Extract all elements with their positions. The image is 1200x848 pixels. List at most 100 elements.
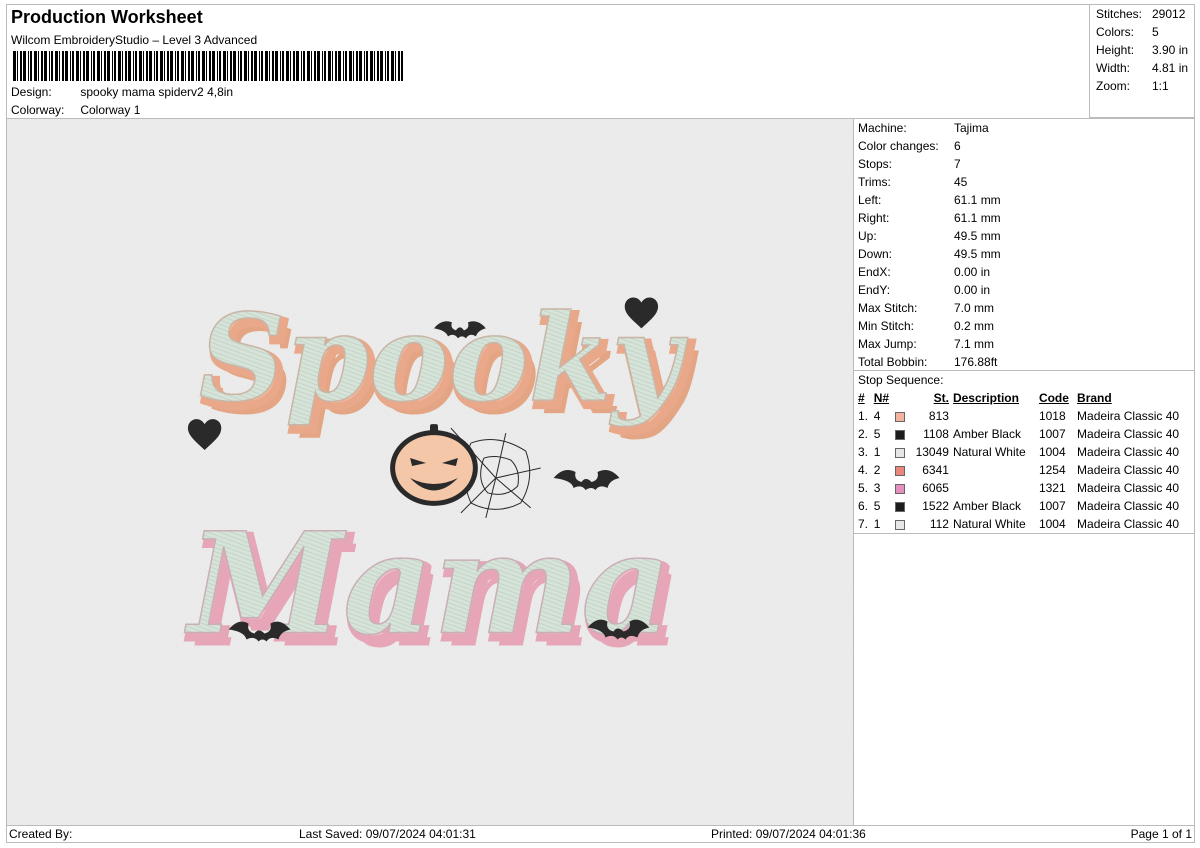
stitches-row: Stitches: 29012 bbox=[1096, 7, 1185, 21]
machine-value: Tajima bbox=[954, 121, 989, 135]
max-jump-value: 7.1 mm bbox=[954, 337, 995, 351]
col-description: Description bbox=[952, 391, 1019, 405]
page-number: Page 1 of 1 bbox=[1130, 827, 1192, 841]
stop-index: 2. bbox=[858, 427, 869, 441]
up-row: Up: 49.5 mm bbox=[858, 229, 1001, 243]
section-divider bbox=[854, 533, 1194, 534]
machine-label: Machine: bbox=[858, 121, 907, 135]
worksheet-footer: Created By: Last Saved: 09/07/2024 04:01… bbox=[6, 825, 1195, 843]
printed-date: Printed: 09/07/2024 04:01:36 bbox=[711, 827, 866, 841]
design-preview: Spooky Spooky Spooky Mama Mama Mama bbox=[6, 118, 854, 826]
stop-index: 3. bbox=[858, 445, 869, 459]
stop-index: 6. bbox=[858, 499, 869, 513]
needle-number: 5 bbox=[873, 427, 881, 441]
col-brand: Brand bbox=[1077, 391, 1112, 405]
stop-sequence-row: 7. 1 112 Natural White 1004 Madeira Classic 4… bbox=[856, 515, 1194, 533]
thread-brand: Madeira Classic 40 bbox=[1077, 517, 1180, 531]
down-value: 49.5 mm bbox=[954, 247, 1001, 261]
stop-sequence-row: 5. 3 6065 1321 Madeira Classic 40 bbox=[856, 479, 1194, 497]
stop-sequence-row: 6. 5 1522 Amber Black 1007 Madeira Classic 40 bbox=[856, 497, 1194, 515]
thread-description: Amber Black bbox=[952, 427, 1021, 441]
thread-code: 1018 bbox=[1038, 409, 1066, 423]
color-swatch-chip bbox=[895, 429, 906, 440]
color-swatch-chip bbox=[895, 465, 906, 476]
details-panel: Machine: Tajima Color changes: 6 Stops: 7 T… bbox=[853, 118, 1195, 826]
color-swatch bbox=[893, 407, 909, 425]
height-label: Height: bbox=[1096, 43, 1135, 57]
endy-row: EndY: 0.00 in bbox=[858, 283, 990, 297]
zoom-row: Zoom: 1:1 bbox=[1096, 79, 1169, 93]
right-value: 61.1 mm bbox=[954, 211, 1001, 225]
thread-brand: Madeira Classic 40 bbox=[1077, 463, 1180, 477]
max-jump-row: Max Jump: 7.1 mm bbox=[858, 337, 994, 351]
stop-index: 1. bbox=[858, 409, 869, 423]
stop-index: 5. bbox=[858, 481, 869, 495]
stitch-count: 6341 bbox=[922, 463, 949, 477]
stitch-count: 813 bbox=[928, 409, 949, 423]
thread-description bbox=[951, 407, 1037, 425]
barcode bbox=[13, 51, 403, 81]
width-row: Width: 4.81 in bbox=[1096, 61, 1188, 75]
stops-value: 7 bbox=[954, 157, 961, 171]
left-value: 61.1 mm bbox=[954, 193, 1001, 207]
thread-code: 1321 bbox=[1038, 481, 1066, 495]
down-label: Down: bbox=[858, 247, 893, 261]
width-label: Width: bbox=[1096, 61, 1131, 75]
created-by: Created By: bbox=[9, 827, 73, 841]
stitch-count: 112 bbox=[929, 517, 949, 531]
colors-value: 5 bbox=[1152, 25, 1159, 39]
machine-row: Machine: Tajima bbox=[858, 121, 989, 135]
section-divider bbox=[854, 370, 1194, 371]
embroidery-design-image: Spooky Spooky Spooky Mama Mama Mama bbox=[184, 288, 700, 678]
thread-code: 1007 bbox=[1038, 427, 1066, 441]
thread-description: Natural White bbox=[952, 445, 1026, 459]
thread-description: Amber Black bbox=[952, 499, 1021, 513]
max-jump-label: Max Jump: bbox=[858, 337, 917, 351]
stop-index: 7. bbox=[858, 517, 869, 531]
down-row: Down: 49.5 mm bbox=[858, 247, 1001, 261]
col-code: Code bbox=[1038, 391, 1069, 405]
height-row: Height: 3.90 in bbox=[1096, 43, 1188, 57]
thread-code: 1254 bbox=[1038, 463, 1066, 477]
color-swatch bbox=[893, 515, 909, 533]
colors-row: Colors: 5 bbox=[1096, 25, 1159, 39]
stop-sequence-header: # N# St. Description Code Brand bbox=[856, 389, 1194, 407]
min-stitch-row: Min Stitch: 0.2 mm bbox=[858, 319, 994, 333]
thread-brand: Madeira Classic 40 bbox=[1077, 445, 1180, 459]
right-label: Right: bbox=[858, 211, 890, 225]
needle-number: 3 bbox=[873, 481, 881, 495]
worksheet-header: Production Worksheet Wilcom EmbroiderySt… bbox=[6, 4, 1090, 118]
thread-description: Natural White bbox=[952, 517, 1026, 531]
stop-sequence-row: 4. 2 6341 1254 Madeira Classic 40 bbox=[856, 461, 1194, 479]
up-label: Up: bbox=[858, 229, 877, 243]
stitch-count: 1108 bbox=[923, 427, 949, 441]
trims-row: Trims: 45 bbox=[858, 175, 967, 189]
width-value: 4.81 in bbox=[1152, 61, 1189, 75]
thread-code: 1004 bbox=[1038, 517, 1066, 531]
stitch-count: 6065 bbox=[922, 481, 949, 495]
colorway-label: Colorway: bbox=[11, 103, 65, 117]
spooky-fill: Spooky bbox=[199, 289, 689, 429]
colorway-row: Colorway: Colorway 1 bbox=[11, 103, 140, 117]
endx-label: EndX: bbox=[858, 265, 891, 279]
left-label: Left: bbox=[858, 193, 882, 207]
max-stitch-label: Max Stitch: bbox=[858, 301, 918, 315]
colors-label: Colors: bbox=[1096, 25, 1135, 39]
needle-number: 4 bbox=[873, 409, 881, 423]
stitches-value: 29012 bbox=[1152, 7, 1186, 21]
col-swatch bbox=[893, 389, 909, 407]
endx-row: EndX: 0.00 in bbox=[858, 265, 990, 279]
stitch-count: 1522 bbox=[922, 499, 949, 513]
zoom-value: 1:1 bbox=[1152, 79, 1169, 93]
trims-value: 45 bbox=[954, 175, 968, 189]
color-swatch-chip bbox=[895, 519, 906, 530]
stop-index: 4. bbox=[858, 463, 869, 477]
endy-value: 0.00 in bbox=[954, 283, 991, 297]
col-needle: N# bbox=[873, 391, 890, 405]
color-swatch bbox=[893, 479, 909, 497]
thread-description bbox=[951, 461, 1037, 479]
col-stitches: St. bbox=[933, 391, 949, 405]
thread-code: 1007 bbox=[1038, 499, 1066, 513]
stitches-label: Stitches: bbox=[1096, 7, 1143, 21]
color-changes-row: Color changes: 6 bbox=[858, 139, 961, 153]
